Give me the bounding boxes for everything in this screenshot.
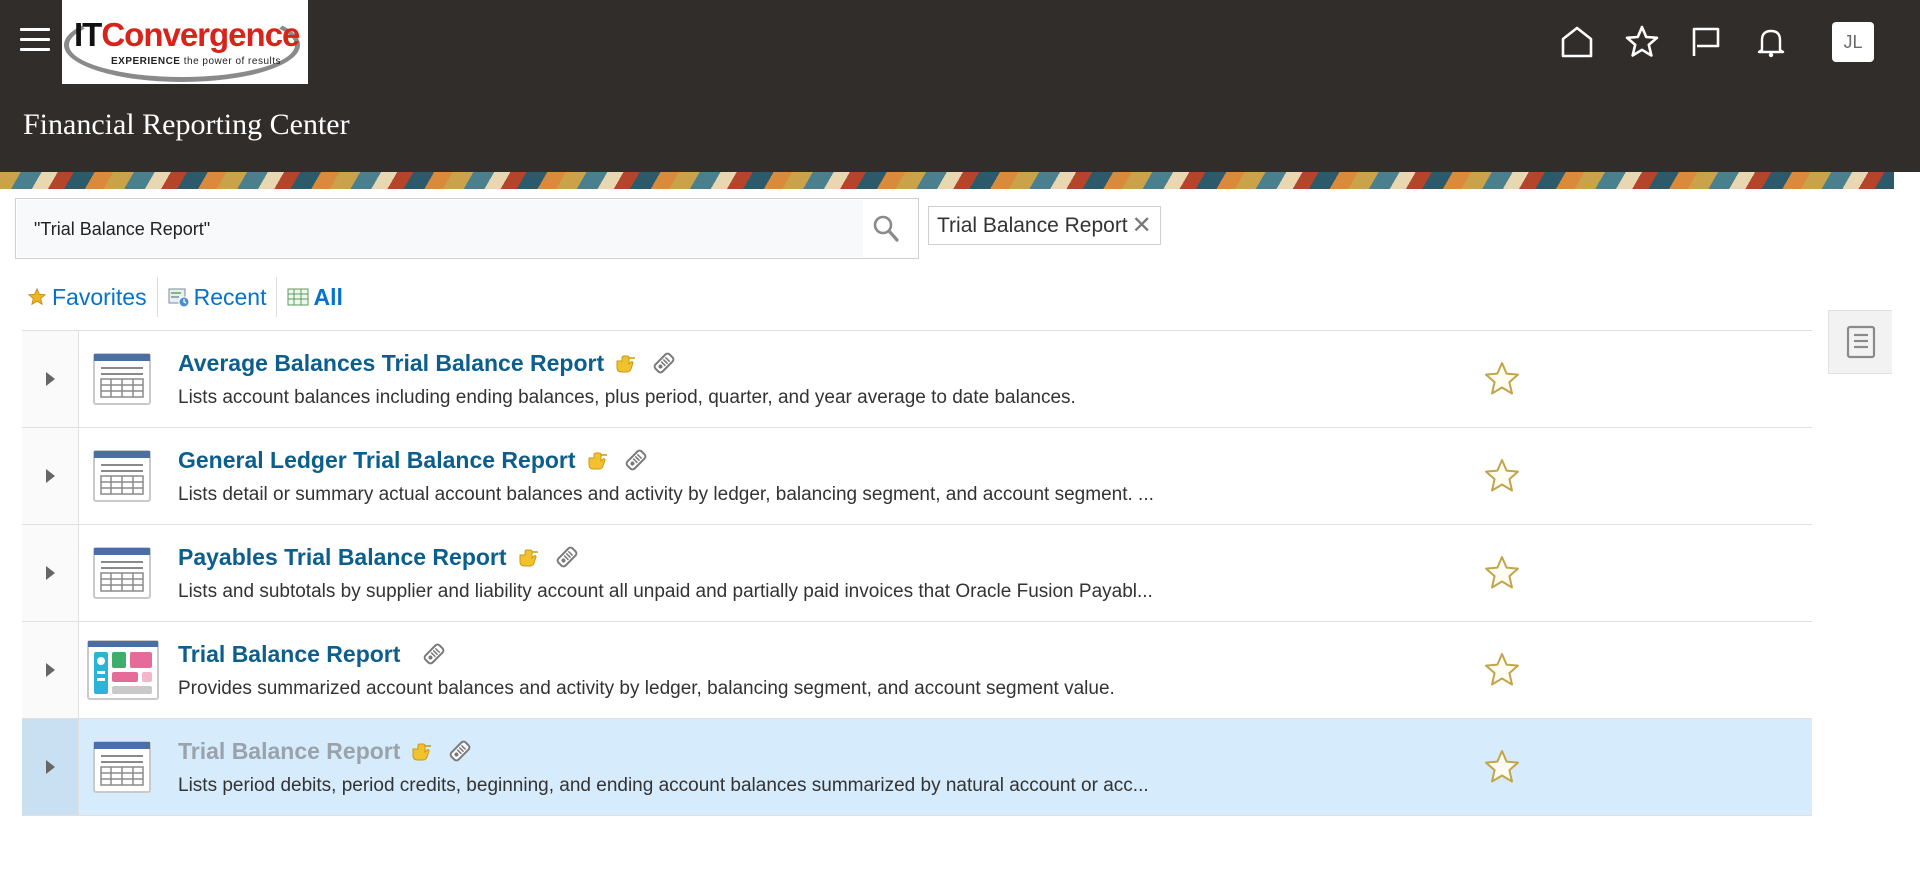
report-title-link[interactable]: Average Balances Trial Balance Report [178,350,604,377]
report-title-link[interactable]: General Ledger Trial Balance Report [178,447,576,474]
expand-icon[interactable] [22,428,79,524]
tag-icon[interactable] [553,543,581,571]
search-box [15,198,919,259]
home-icon[interactable] [1555,20,1599,64]
chip-label: Trial Balance Report [937,213,1128,237]
tab-label: All [313,283,343,310]
report-table-icon [91,739,153,795]
tab-recent[interactable]: Recent [158,277,277,317]
expand-icon[interactable] [22,525,79,621]
report-description: Lists and subtotals by supplier and liab… [178,581,1153,602]
hand-pointer-icon [588,452,607,470]
report-table-icon [91,351,153,407]
favorite-star-icon[interactable] [1482,553,1522,593]
user-avatar[interactable]: JL [1832,22,1874,62]
logo[interactable]: ITConvergence EXPERIENCE the power of re… [62,0,308,84]
report-description: Lists account balances including ending … [178,387,1076,408]
logo-brand: ITConvergence [74,16,300,53]
favorite-star-icon[interactable] [1482,359,1522,399]
grid-icon [287,286,309,308]
hand-pointer-icon [412,743,432,761]
title-line: Payables Trial Balance Report [178,543,581,571]
filter-tabs: Favorites Recent All [22,277,353,317]
report-description: Lists detail or summary actual account b… [178,484,1154,505]
page-title: Financial Reporting Center [23,108,350,141]
report-description: Lists period debits, period credits, beg… [178,775,1149,796]
tag-icon[interactable] [622,446,650,474]
search-icon[interactable] [870,213,902,245]
global-header: ITConvergence EXPERIENCE the power of re… [0,0,1920,172]
report-description: Provides summarized account balances and… [178,678,1115,699]
menu-icon[interactable] [20,28,50,56]
tab-label: Favorites [52,283,147,310]
side-panel-toggle[interactable] [1828,310,1892,374]
tag-icon[interactable] [446,737,474,765]
list-item-5[interactable]: Trial Balance Report Lists period debits… [22,718,1812,815]
hand-pointer-icon [519,549,538,567]
logo-tagline: EXPERIENCE the power of results [111,56,282,67]
tab-label: Recent [193,283,267,310]
recent-icon [168,286,190,308]
title-line: Trial Balance Report [178,737,474,765]
list-item-3[interactable]: Payables Trial Balance Report Lists and … [22,524,1812,621]
expand-icon[interactable] [22,331,79,427]
list-item-4[interactable]: Trial Balance Report Provides summarized… [22,621,1812,718]
favorite-star-icon[interactable] [1482,456,1522,496]
list-end-divider [22,815,1812,825]
flag-icon[interactable] [1684,20,1728,64]
decorative-banner [0,172,1894,189]
search-field [17,200,863,257]
expand-icon[interactable] [22,719,79,815]
search-input[interactable] [34,214,854,244]
document-icon [1846,325,1875,359]
report-table-icon [91,545,153,601]
favorites-star-icon[interactable] [1620,20,1664,64]
bell-icon[interactable] [1749,20,1793,64]
title-line: Trial Balance Report [178,640,448,668]
results-list: Average Balances Trial Balance Report Li… [22,330,1812,825]
title-line: Average Balances Trial Balance Report [178,349,678,377]
list-item-2[interactable]: General Ledger Trial Balance Report List… [22,427,1812,524]
star-icon [26,286,48,308]
favorite-star-icon[interactable] [1482,650,1522,690]
report-title-link[interactable]: Trial Balance Report [178,738,400,765]
tab-all[interactable]: All [277,277,352,317]
tag-icon[interactable] [650,349,678,377]
list-item-1[interactable]: Average Balances Trial Balance Report Li… [22,330,1812,427]
report-title-link[interactable]: Trial Balance Report [178,641,400,668]
tag-icon[interactable] [420,640,448,668]
search-filter-chip: Trial Balance Report ✕ [928,206,1161,245]
title-line: General Ledger Trial Balance Report [178,446,650,474]
hand-pointer-icon [616,355,636,373]
tab-favorites[interactable]: Favorites [22,277,157,317]
report-title-link[interactable]: Payables Trial Balance Report [178,544,507,571]
close-icon[interactable]: ✕ [1132,213,1152,238]
dashboard-report-icon [87,640,159,700]
favorite-star-icon[interactable] [1482,747,1522,787]
report-table-icon [91,448,153,504]
expand-icon[interactable] [22,622,79,718]
